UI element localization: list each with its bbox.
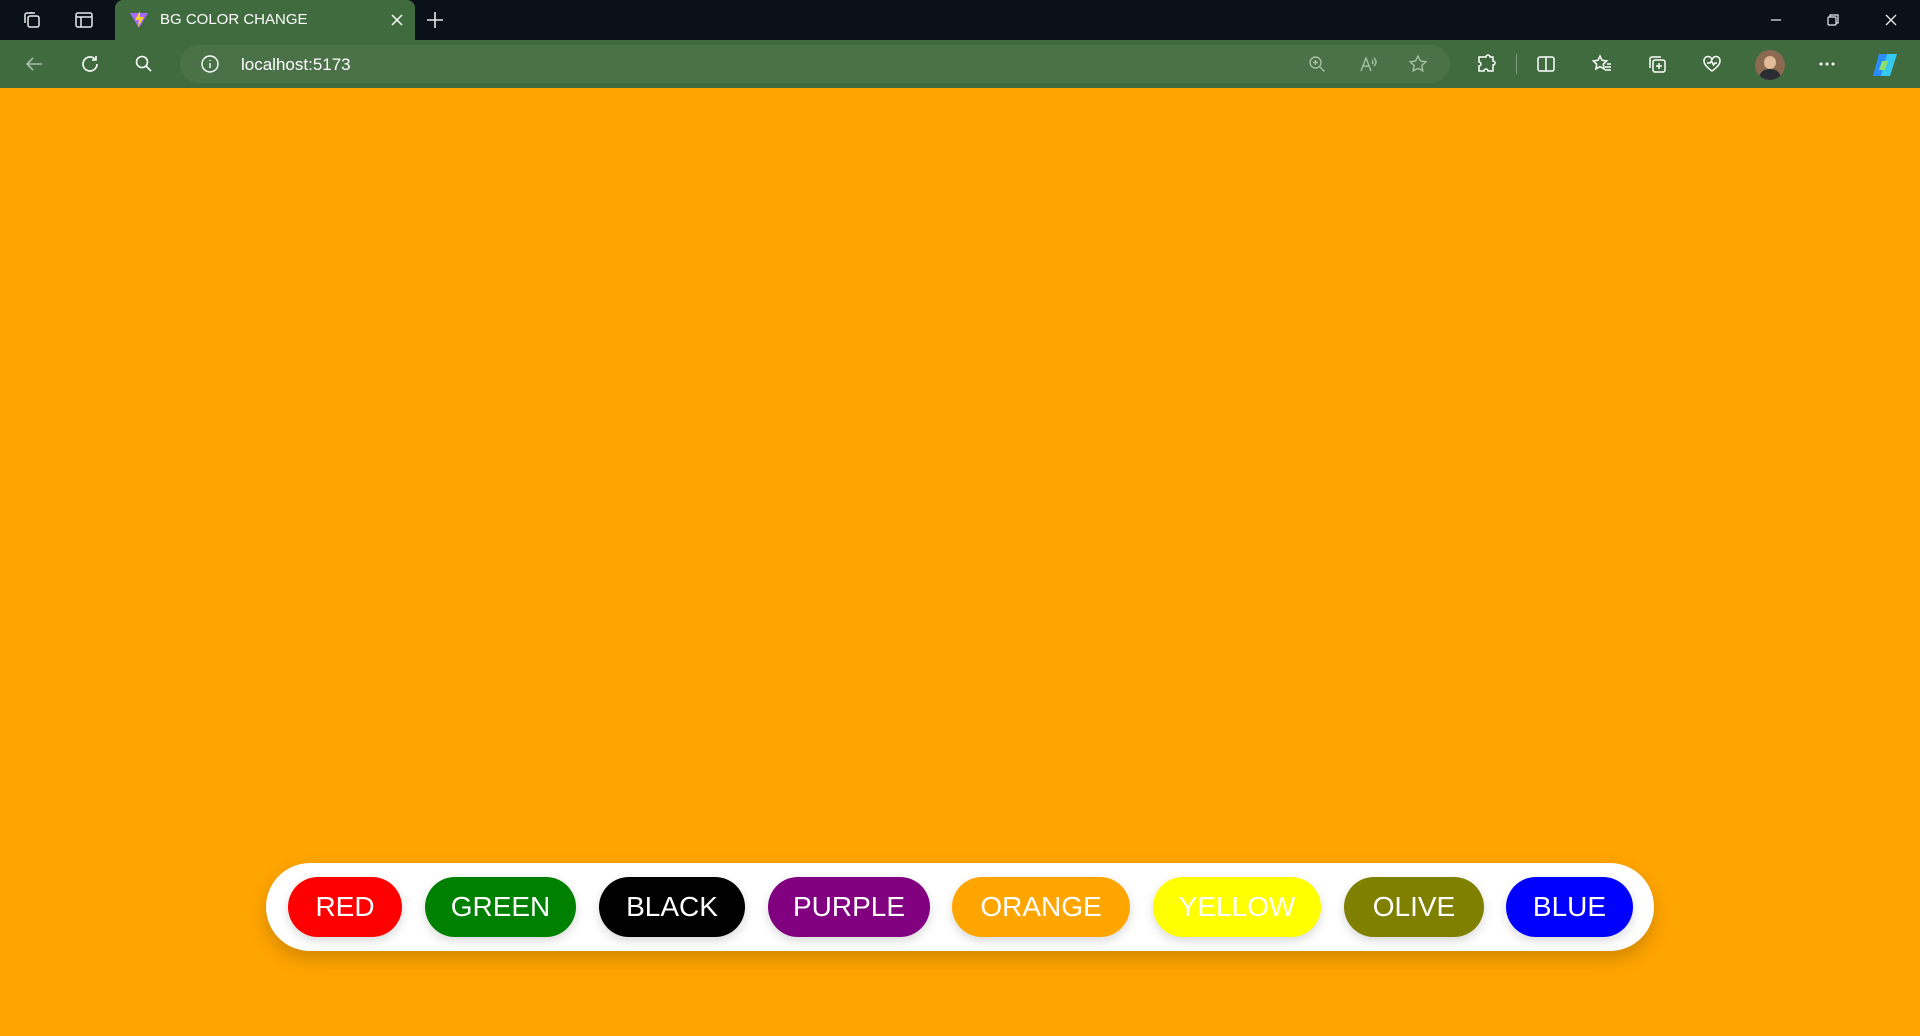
minimize-icon[interactable] [1764,8,1788,32]
tab-actions-icon[interactable] [73,9,95,31]
profile-avatar[interactable] [1755,50,1785,80]
zoom-icon[interactable] [1307,54,1327,74]
refresh-icon[interactable] [79,53,101,75]
favorites-icon[interactable] [1591,53,1613,75]
avatar-face [1764,56,1776,69]
new-tab-icon[interactable] [424,9,446,31]
color-button-orange[interactable]: ORANGE [952,877,1130,937]
tab-title: BG COLOR CHANGE [160,11,308,28]
browser-essentials-icon[interactable] [1701,53,1723,75]
toolbar-separator [1516,54,1517,74]
back-icon[interactable] [23,53,45,75]
color-button-green[interactable]: GREEN [425,877,576,937]
browser-titlebar: BG COLOR CHANGE [0,0,1920,40]
site-info-icon[interactable] [200,54,220,74]
close-window-icon[interactable] [1879,8,1903,32]
extensions-icon[interactable] [1475,53,1497,75]
color-button-red[interactable]: RED [288,877,402,937]
address-url[interactable]: localhost:5173 [241,55,351,75]
search-icon[interactable] [133,53,155,75]
restore-icon[interactable] [1821,8,1845,32]
tab-close-icon[interactable] [387,10,407,30]
color-button-bar: RED GREEN BLACK PURPLE ORANGE YELLOW OLI… [266,863,1654,951]
color-button-purple[interactable]: PURPLE [768,877,930,937]
split-screen-icon[interactable] [1535,53,1557,75]
more-icon[interactable] [1816,53,1838,75]
copilot-icon[interactable] [1870,52,1900,78]
address-bar[interactable]: localhost:5173 [180,45,1450,83]
favorite-star-icon[interactable] [1408,54,1428,74]
avatar-body [1759,69,1781,80]
color-button-yellow[interactable]: YELLOW [1153,877,1321,937]
color-button-olive[interactable]: OLIVE [1344,877,1484,937]
browser-toolbar: localhost:5173 [0,40,1920,88]
read-aloud-icon[interactable] [1358,54,1378,74]
browser-tab-active[interactable]: BG COLOR CHANGE [115,0,415,40]
workspaces-icon[interactable] [21,9,43,31]
page-viewport: RED GREEN BLACK PURPLE ORANGE YELLOW OLI… [0,88,1920,1036]
vite-logo-icon [129,10,149,30]
color-button-black[interactable]: BLACK [599,877,745,937]
collections-icon[interactable] [1646,53,1668,75]
color-button-blue[interactable]: BLUE [1506,877,1633,937]
